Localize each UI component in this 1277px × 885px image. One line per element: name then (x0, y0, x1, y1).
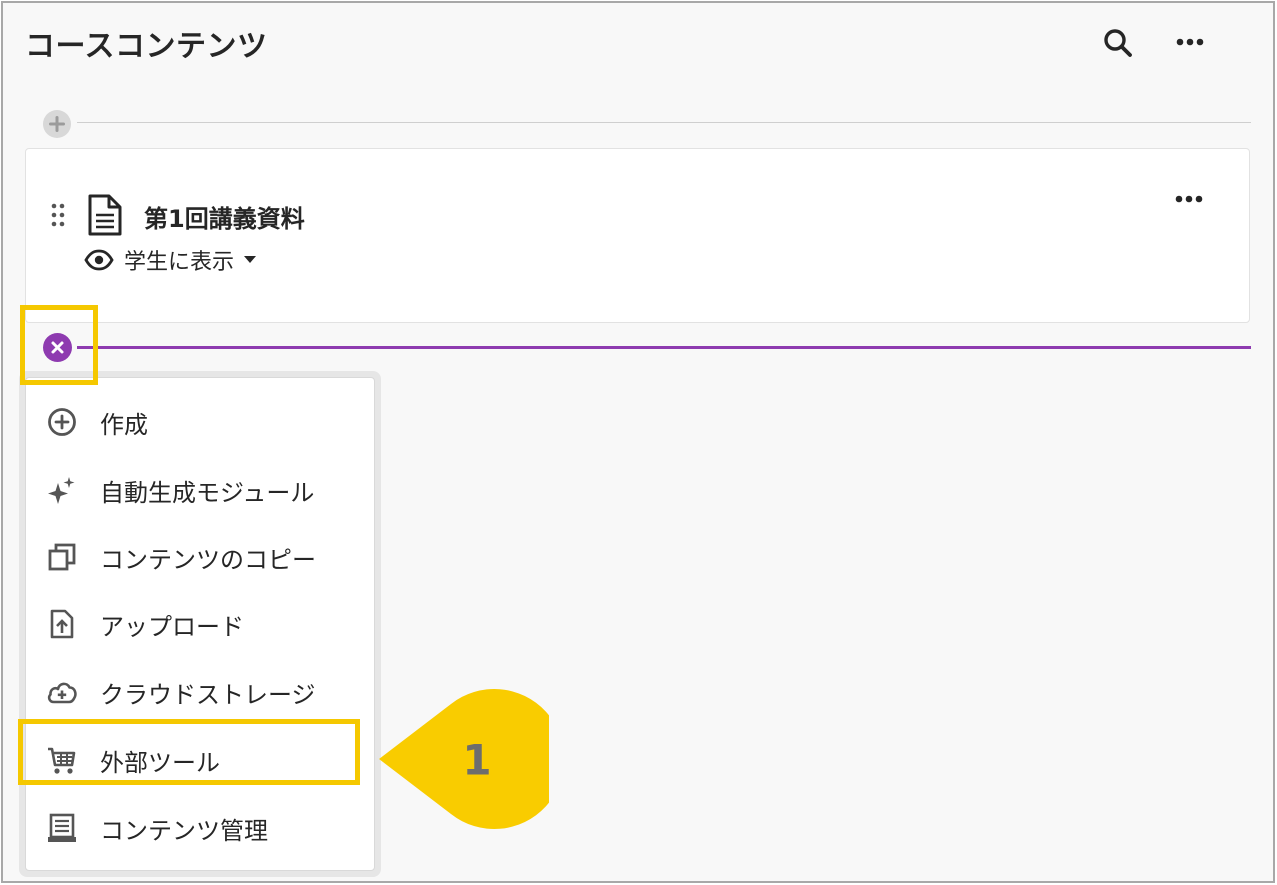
page-title: コースコンテンツ (25, 29, 268, 64)
search-icon (1104, 29, 1132, 57)
caret-down-icon (244, 256, 257, 263)
menu-item-copy-content[interactable]: コンテンツのコピー (26, 527, 376, 585)
drag-handle[interactable] (50, 201, 66, 229)
content-item-card: 第1回講義資料 学生に表示 (25, 148, 1250, 323)
divider-line (77, 122, 1251, 123)
document-icon (86, 193, 124, 237)
add-content-button[interactable] (43, 110, 71, 138)
menu-item-upload[interactable]: アップロード (26, 594, 376, 652)
menu-item-label: 作成 (100, 411, 148, 439)
menu-item-auto-generate-module[interactable]: 自動生成モジュール (26, 460, 376, 518)
content-manage-icon (48, 813, 76, 842)
header-more-button[interactable] (1173, 30, 1209, 54)
menu-item-create[interactable]: 作成 (26, 392, 376, 450)
menu-item-label: クラウドストレージ (100, 681, 316, 709)
upload-icon (50, 609, 74, 639)
sparkle-icon (48, 477, 75, 504)
visibility-label: 学生に表示 (124, 250, 235, 275)
highlight-box-external-tool (18, 719, 360, 785)
visibility-dropdown[interactable]: 学生に表示 (84, 245, 257, 275)
more-horizontal-icon (1175, 195, 1203, 203)
highlight-box-close-button (20, 305, 98, 385)
active-divider-line (77, 346, 1251, 349)
add-content-row-active (43, 333, 1251, 363)
callout-number: 1 (462, 735, 492, 785)
eye-icon (84, 249, 114, 271)
search-button[interactable] (1101, 26, 1135, 60)
content-item-title[interactable]: 第1回講義資料 (144, 199, 305, 234)
menu-item-label: コンテンツのコピー (100, 546, 316, 574)
add-content-row (43, 110, 1251, 138)
drag-handle-icon (51, 203, 65, 227)
plus-circle-icon (48, 408, 76, 436)
more-horizontal-icon (1176, 38, 1204, 46)
menu-item-label: コンテンツ管理 (100, 817, 268, 845)
menu-item-label: アップロード (100, 613, 244, 641)
menu-item-cloud-storage[interactable]: クラウドストレージ (26, 662, 376, 720)
menu-item-label: 自動生成モジュール (100, 479, 315, 507)
cloud-add-icon (47, 682, 77, 704)
copy-icon (48, 543, 76, 571)
add-content-menu: 作成 自動生成モジュール コンテンツのコピー アップロード クラウドストレージ … (25, 377, 375, 871)
plus-icon (49, 116, 65, 132)
course-content-panel: コースコンテンツ 第1回講義資料 学生に表示 作成 自動生成モジュール コンテン… (1, 1, 1275, 883)
content-item-more-button[interactable] (1172, 187, 1208, 211)
menu-item-content-management[interactable]: コンテンツ管理 (26, 798, 376, 856)
